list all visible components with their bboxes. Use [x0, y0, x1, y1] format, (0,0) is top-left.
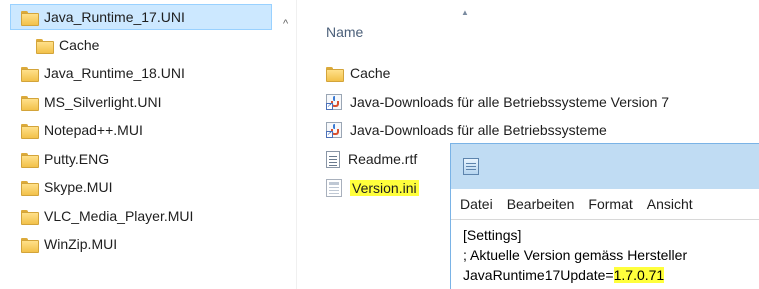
- pane-divider[interactable]: [296, 0, 297, 289]
- menu-format[interactable]: Format: [588, 196, 632, 212]
- sort-ascending-icon: ▲: [461, 8, 469, 17]
- folder-icon: [21, 123, 39, 139]
- document-icon: [326, 150, 340, 168]
- notepad-menu-bar: Datei Bearbeiten Format Ansicht: [451, 189, 759, 219]
- ini-file-icon: [326, 179, 342, 197]
- file-name: Java-Downloads für alle Betriebssysteme: [350, 122, 607, 138]
- text-line-comment: ; Aktuelle Version gemäss Hersteller: [463, 247, 688, 263]
- nav-item-skype[interactable]: Skype.MUI: [21, 174, 112, 200]
- nav-item-ms-silverlight[interactable]: MS_Silverlight.UNI: [21, 89, 161, 115]
- file-row-version-ini[interactable]: Version.ini: [326, 176, 419, 200]
- file-row-java-downloads[interactable]: ↗ Java-Downloads für alle Betriebssystem…: [326, 118, 607, 142]
- folder-icon: [21, 66, 39, 82]
- java-link-icon: ↗: [326, 122, 342, 138]
- file-name: Version.ini: [350, 180, 419, 196]
- text-line-version: JavaRuntime17Update=1.7.0.71: [463, 267, 665, 283]
- text-line-settings: [Settings]: [463, 227, 522, 243]
- folder-icon: [21, 180, 39, 196]
- folder-icon: [36, 38, 54, 54]
- folder-icon: [21, 10, 39, 26]
- menu-datei[interactable]: Datei: [460, 196, 493, 212]
- file-row-readme[interactable]: Readme.rtf: [326, 147, 417, 171]
- nav-item-cache[interactable]: Cache: [36, 32, 99, 58]
- folder-icon: [21, 209, 39, 225]
- notepad-app-icon[interactable]: [463, 158, 479, 175]
- nav-item-label: Notepad++.MUI: [44, 122, 143, 138]
- nav-item-java-runtime-17[interactable]: Java_Runtime_17.UNI: [10, 4, 272, 30]
- notepad-text-area[interactable]: [Settings] ; Aktuelle Version gemäss Her…: [451, 219, 759, 289]
- folder-icon: [21, 152, 39, 168]
- nav-item-label: Java_Runtime_18.UNI: [44, 65, 185, 81]
- nav-item-label: Skype.MUI: [44, 179, 113, 195]
- version-key: JavaRuntime17Update=: [463, 267, 614, 283]
- nav-item-label: Putty.ENG: [44, 151, 110, 167]
- version-value-highlight: 1.7.0.71: [613, 267, 665, 283]
- menu-ansicht[interactable]: Ansicht: [647, 196, 693, 212]
- nav-item-vlc-media-player[interactable]: VLC_Media_Player.MUI: [21, 203, 193, 229]
- folder-icon: [21, 95, 39, 111]
- nav-item-label: Cache: [59, 37, 100, 53]
- notepad-title-bar[interactable]: [451, 144, 759, 189]
- nav-item-winzip[interactable]: WinZip.MUI: [21, 231, 117, 257]
- file-name: Java-Downloads für alle Betriebssysteme …: [350, 94, 670, 110]
- navigation-pane: Java_Runtime_17.UNI Cache Java_Runtime_1…: [0, 0, 300, 289]
- nav-item-label: WinZip.MUI: [44, 236, 118, 252]
- nav-item-label: VLC_Media_Player.MUI: [44, 208, 194, 224]
- menu-bearbeiten[interactable]: Bearbeiten: [507, 196, 575, 212]
- column-header-name[interactable]: Name: [326, 24, 363, 40]
- file-name: Readme.rtf: [348, 151, 418, 167]
- nav-item-label: Java_Runtime_17.UNI: [44, 9, 185, 25]
- file-name: Cache: [350, 65, 391, 81]
- scroll-up-arrow-icon[interactable]: ^: [283, 18, 288, 30]
- nav-item-label: MS_Silverlight.UNI: [44, 94, 162, 110]
- folder-icon: [21, 237, 39, 253]
- java-link-icon: ↗: [326, 94, 342, 110]
- nav-item-java-runtime-18[interactable]: Java_Runtime_18.UNI: [21, 60, 185, 86]
- nav-item-putty[interactable]: Putty.ENG: [21, 146, 109, 172]
- folder-icon: [326, 66, 344, 82]
- file-row-cache[interactable]: Cache: [326, 61, 390, 85]
- nav-item-notepad-plus-plus[interactable]: Notepad++.MUI: [21, 117, 143, 143]
- notepad-window[interactable]: Datei Bearbeiten Format Ansicht [Setting…: [450, 143, 759, 289]
- file-row-java-downloads-v7[interactable]: ↗ Java-Downloads für alle Betriebssystem…: [326, 90, 669, 114]
